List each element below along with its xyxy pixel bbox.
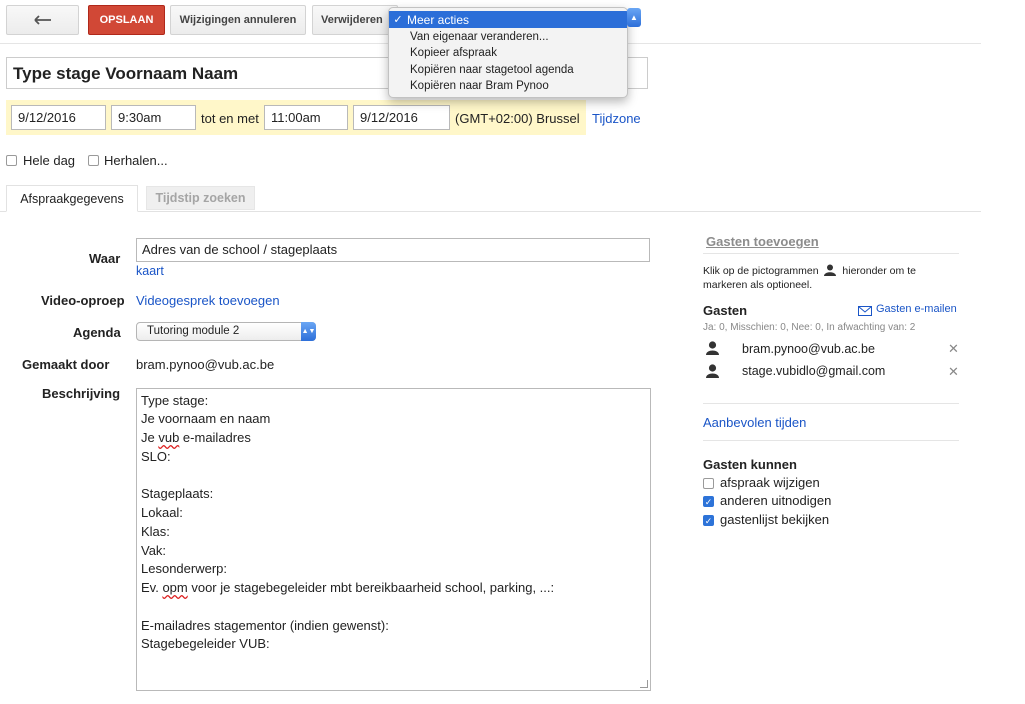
all-day-checkbox[interactable] [6,155,17,166]
description-line: SLO: [141,449,171,464]
permission-invite-checkbox[interactable]: ✓ [703,496,714,507]
delete-button[interactable]: Verwijderen [312,5,398,35]
created-by-label: Gemaakt door [22,357,110,372]
guests-divider [703,440,959,441]
permission-label: gastenlijst bekijken [720,512,830,527]
tab-find-time[interactable]: Tijdstip zoeken [146,186,255,210]
start-date-input[interactable]: 9/12/2016 [11,105,106,130]
back-arrow-icon [33,15,51,25]
description-line: Lokaal: [141,505,183,520]
remove-guest-icon[interactable]: ✕ [948,364,959,380]
guest-email: bram.pynoo@vub.ac.be [742,342,875,356]
menu-item-copy-to-bram[interactable]: Kopiëren naar Bram Pynoo [410,80,549,92]
email-guests-link[interactable]: Gasten e-mailen [876,303,957,315]
guests-hint-line2: markeren als optioneel. [703,279,813,291]
description-line: Lesonderwerp: [141,561,227,576]
back-button[interactable] [6,5,79,35]
where-label: Waar [89,251,121,266]
person-icon [824,264,837,276]
menu-item-change-owner[interactable]: Van eigenaar veranderen... [410,31,549,43]
tab-event-details[interactable]: Afspraakgegevens [6,185,138,212]
permission-see-list-checkbox[interactable]: ✓ [703,515,714,526]
description-line: Type stage: [141,393,209,408]
select-arrows-icon[interactable]: ▲ [627,8,641,27]
guests-hint: Klik op de pictogrammen hieronder om te [703,264,916,277]
description-line: Stagebegeleider VUB: [141,636,270,651]
menu-item-copy-to-stagetool[interactable]: Kopiëren naar stagetool agenda [410,64,574,76]
description-line: Je voornaam en naam [141,411,271,426]
guests-heading: Gasten [703,303,748,318]
video-call-label: Video-oproep [41,293,125,308]
range-separator: tot en met [201,111,259,126]
description-line: Klas: [141,524,170,539]
description-line: Vak: [141,543,167,558]
created-by-value: bram.pynoo@vub.ac.be [136,357,275,372]
email-icon[interactable] [858,306,872,316]
map-link[interactable]: kaart [136,264,164,278]
repeat-checkbox[interactable] [88,155,99,166]
menu-item-copy-event[interactable]: Kopieer afspraak [410,47,497,59]
calendar-select-value: Tutoring module 2 [147,325,240,337]
menu-item-label: Meer acties [407,12,470,27]
person-icon[interactable] [706,364,719,378]
permission-modify-checkbox[interactable] [703,478,714,489]
guests-divider [703,253,959,254]
calendar-label: Agenda [73,325,121,340]
guests-hint-text: Klik op de pictogrammen [703,265,819,277]
rsvp-summary: Ja: 0, Misschien: 0, Nee: 0, In afwachti… [703,322,916,333]
discard-changes-button[interactable]: Wijzigingen annuleren [170,5,306,35]
menu-item-more-actions[interactable]: ✓ Meer acties [389,11,627,28]
description-label: Beschrijving [42,386,121,401]
person-icon[interactable] [706,341,719,355]
permission-label: afspraak wijzigen [720,475,820,490]
repeat-label: Herhalen... [104,153,168,168]
timezone-label: (GMT+02:00) Brussel [455,111,580,126]
permission-label: anderen uitnodigen [720,493,832,508]
where-input[interactable]: Adres van de school / stageplaats [136,238,650,262]
end-time-input[interactable]: 11:00am [264,105,348,130]
checkmark-icon: ✓ [393,14,403,26]
resize-handle[interactable] [640,680,648,688]
guests-hint-text: hieronder om te [842,265,916,277]
save-button[interactable]: OPSLAAN [88,5,165,35]
description-line: E-mailadres stagementor (indien gewenst)… [141,618,389,633]
description-line: Ev. opm voor je stagebegeleider mbt bere… [141,580,555,595]
guests-divider [703,403,959,404]
guest-email: stage.vubidlo@gmail.com [742,364,886,378]
remove-guest-icon[interactable]: ✕ [948,341,959,357]
end-date-input[interactable]: 9/12/2016 [353,105,450,130]
select-arrows-icon: ▲▼ [301,322,316,341]
suggested-times-link[interactable]: Aanbevolen tijden [703,415,806,430]
description-line: Je vub e-mailadres [141,430,251,445]
all-day-label: Hele dag [23,153,76,168]
description-line: Stageplaats: [141,486,214,501]
timezone-link[interactable]: Tijdzone [592,111,641,126]
start-time-input[interactable]: 9:30am [111,105,196,130]
description-textarea[interactable]: Type stage: Je voornaam en naam Je vub e… [136,388,651,691]
guests-can-heading: Gasten kunnen [703,457,797,472]
tab-divider [0,211,981,212]
add-guests-link[interactable]: Gasten toevoegen [706,234,819,249]
add-video-call-link[interactable]: Videogesprek toevoegen [136,293,280,308]
calendar-select[interactable]: Tutoring module 2 ▲▼ [136,322,316,341]
more-actions-dropdown[interactable]: ✓ Meer acties Van eigenaar veranderen...… [388,7,628,98]
